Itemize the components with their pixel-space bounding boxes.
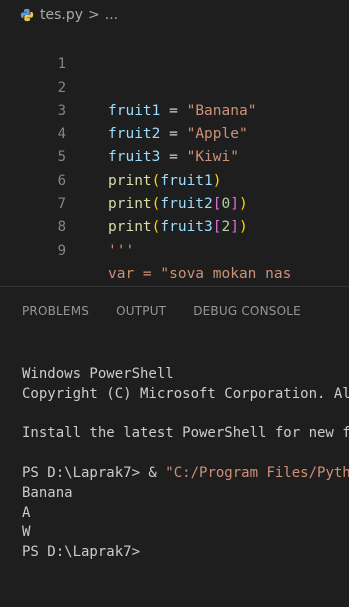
tab-output[interactable]: OUTPUT (116, 304, 166, 318)
terminal-prompt[interactable]: PS D:\Laprak7> (22, 543, 349, 563)
code-line: 5 print(fruit1) (0, 123, 349, 188)
terminal-line: PS D:\Laprak7> & "C:/Program Files/Pytho… (22, 464, 349, 484)
terminal-line: Banana (22, 484, 73, 501)
line-number: 9 (57, 242, 66, 259)
python-file-icon (20, 8, 34, 22)
terminal-line: A (22, 504, 31, 521)
tab-debug-console[interactable]: DEBUG CONSOLE (193, 304, 301, 318)
tab-problems[interactable]: PROBLEMS (22, 304, 89, 318)
string-literal: ''' (108, 242, 135, 259)
breadcrumb-separator: > (88, 7, 100, 23)
breadcrumb-file[interactable]: tes.py (40, 7, 83, 23)
breadcrumb-rest[interactable]: ... (105, 7, 118, 23)
terminal-prompt: PS D:\Laprak7> & (22, 464, 166, 481)
bottom-panel: PROBLEMS OUTPUT DEBUG CONSOLE Windows Po… (0, 286, 349, 607)
terminal-blank (22, 444, 349, 464)
code-line: 6 print(fruit2[0]) (0, 146, 349, 212)
panel-tabs: PROBLEMS OUTPUT DEBUG CONSOLE (0, 287, 349, 335)
terminal-line: W (22, 524, 31, 541)
code-line: 4 fruit3 = "Kiwi" (0, 100, 349, 165)
terminal-line: Install the latest PowerShell for new fe… (22, 425, 349, 442)
code-line: 2 fruit1 = "Banana" (0, 53, 349, 119)
code-line: 9 var = "sova mokan nas (0, 216, 349, 282)
terminal-line: Copyright (C) Microsoft Corporation. All… (22, 385, 349, 402)
code-editor[interactable]: 1 2 fruit1 = "Banana" 3 fruit2 = "Apple"… (0, 30, 349, 286)
terminal-line: Windows PowerShell (22, 366, 174, 382)
code-line: 3 fruit2 = "Apple" (0, 77, 349, 142)
terminal-command: "C:/Program Files/Python" (165, 464, 349, 481)
breadcrumb[interactable]: tes.py > ... (0, 0, 349, 30)
code-line: 8 ''' (0, 193, 349, 258)
code-line: 1 (0, 30, 349, 72)
terminal-output[interactable]: Windows PowerShell Copyright (C) Microso… (22, 365, 349, 563)
code-line: 7 print(fruit3[2]) (0, 170, 349, 235)
terminal-blank (22, 405, 349, 425)
string-literal: var = "sova mokan nas (108, 265, 292, 282)
